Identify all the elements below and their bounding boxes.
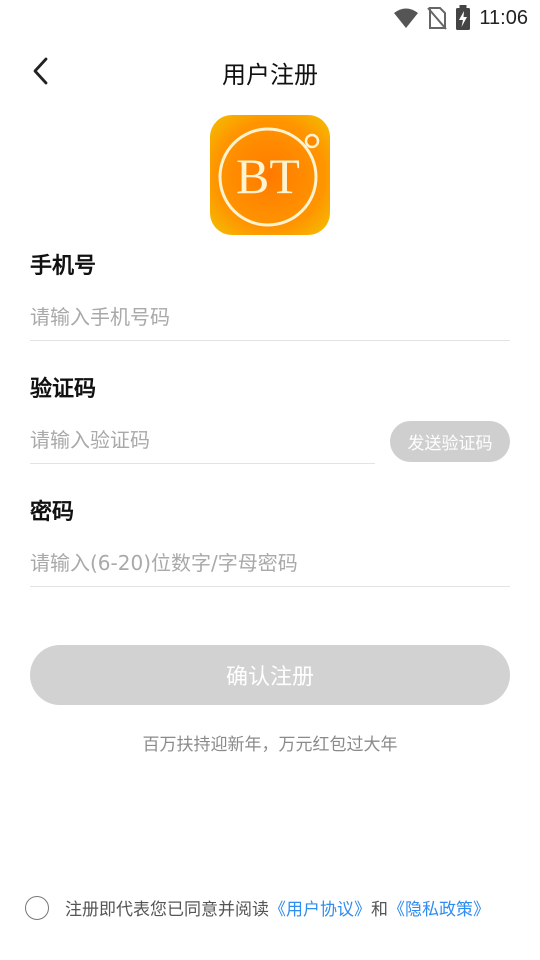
user-agreement-link[interactable]: 《用户协议》	[269, 895, 371, 920]
submit-button[interactable]: 确认注册	[30, 645, 510, 705]
phone-input[interactable]	[30, 294, 510, 341]
svg-text:BT: BT	[236, 148, 300, 204]
send-code-button[interactable]: 发送验证码	[390, 421, 510, 462]
battery-charging-icon	[456, 5, 471, 30]
password-label: 密码	[30, 500, 75, 525]
title-bar: 用户注册	[0, 45, 540, 97]
app-logo: BT	[210, 115, 330, 235]
page-title: 用户注册	[222, 61, 318, 89]
phone-label: 手机号	[30, 254, 97, 279]
promo-text: 百万扶持迎新年，万元红包过大年	[142, 735, 398, 755]
no-sim-icon	[427, 7, 448, 30]
agreement-checkbox[interactable]	[25, 895, 49, 920]
code-label: 验证码	[30, 377, 97, 402]
status-bar: 11:06	[0, 0, 540, 38]
agreement-connector: 和	[371, 900, 388, 920]
wifi-icon	[394, 8, 419, 28]
code-input[interactable]	[30, 417, 375, 464]
agreement-row: 注册即代表您已同意并阅读 《用户协议》 和 《隐私政策》	[25, 895, 490, 920]
privacy-policy-link[interactable]: 《隐私政策》	[388, 895, 490, 920]
status-time: 11:06	[479, 6, 528, 29]
password-input[interactable]	[30, 540, 510, 587]
status-icons: 11:06	[393, 5, 528, 31]
agreement-prefix: 注册即代表您已同意并阅读	[65, 900, 269, 920]
